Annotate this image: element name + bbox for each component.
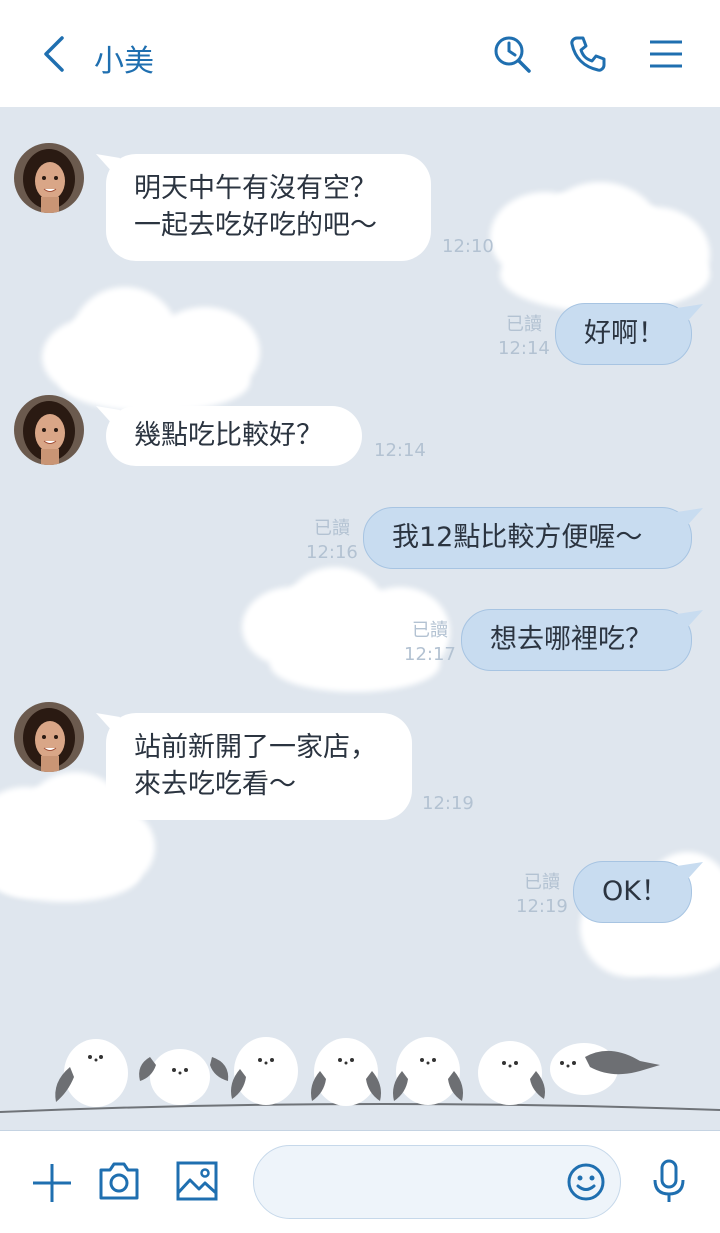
message-bubble[interactable]: 幾點吃比較好？	[96, 406, 362, 466]
message-bubble[interactable]: 好啊！	[555, 303, 703, 365]
message-text: OK！	[602, 876, 668, 907]
message-time: 12:19	[516, 896, 568, 917]
message-input[interactable]	[253, 1145, 621, 1219]
message-text: 我12點比較方便喔～	[392, 522, 643, 553]
message-bubble[interactable]: 想去哪裡吃？	[461, 609, 703, 671]
avatar[interactable]	[14, 702, 84, 772]
phone-icon[interactable]	[568, 34, 608, 74]
message-text: 好啊！	[584, 318, 665, 349]
message-text: 想去哪裡吃？	[490, 624, 652, 655]
message-time: 12:14	[374, 440, 426, 461]
menu-icon[interactable]	[646, 34, 686, 74]
message-time: 12:19	[422, 793, 474, 814]
message-line: 站前新開了一家店，	[134, 732, 377, 763]
message-bubble[interactable]: 站前新開了一家店， 來去吃吃看～	[96, 713, 412, 820]
message-line: 來去吃吃看～	[134, 769, 296, 800]
read-receipt: 已讀	[412, 620, 448, 641]
message-line: 一起去吃好吃的吧～	[134, 210, 377, 241]
read-receipt: 已讀	[314, 518, 350, 539]
image-icon[interactable]	[175, 1160, 219, 1202]
message-time: 12:17	[404, 644, 456, 665]
message-time: 12:10	[442, 236, 494, 257]
message-line: 明天中午有沒有空？	[134, 173, 377, 204]
message-time: 12:16	[306, 542, 358, 563]
birds-illustration	[0, 1037, 720, 1113]
search-history-icon[interactable]	[492, 34, 532, 74]
microphone-icon[interactable]	[651, 1158, 687, 1204]
plus-icon[interactable]	[31, 1162, 73, 1204]
chat-area[interactable]: 明天中午有沒有空？ 一起去吃好吃的吧～ 12:10 已讀 12:14 好啊！ 幾…	[0, 107, 720, 1130]
chat-header: 小美	[0, 0, 720, 107]
read-receipt: 已讀	[506, 314, 542, 335]
input-bar	[0, 1130, 720, 1233]
camera-icon[interactable]	[97, 1160, 141, 1202]
message-line: 幾點吃比較好？	[134, 420, 323, 451]
avatar[interactable]	[14, 395, 84, 465]
message-bubble[interactable]: 明天中午有沒有空？ 一起去吃好吃的吧～	[96, 154, 431, 261]
avatar[interactable]	[14, 143, 84, 213]
message-time: 12:14	[498, 338, 550, 359]
chat-title: 小美	[94, 44, 154, 79]
message-bubble[interactable]: 我12點比較方便喔～	[363, 507, 703, 569]
chevron-left-icon[interactable]	[36, 34, 72, 74]
read-receipt: 已讀	[524, 872, 560, 893]
emoji-icon[interactable]	[566, 1162, 606, 1202]
message-bubble[interactable]: OK！	[573, 861, 703, 923]
